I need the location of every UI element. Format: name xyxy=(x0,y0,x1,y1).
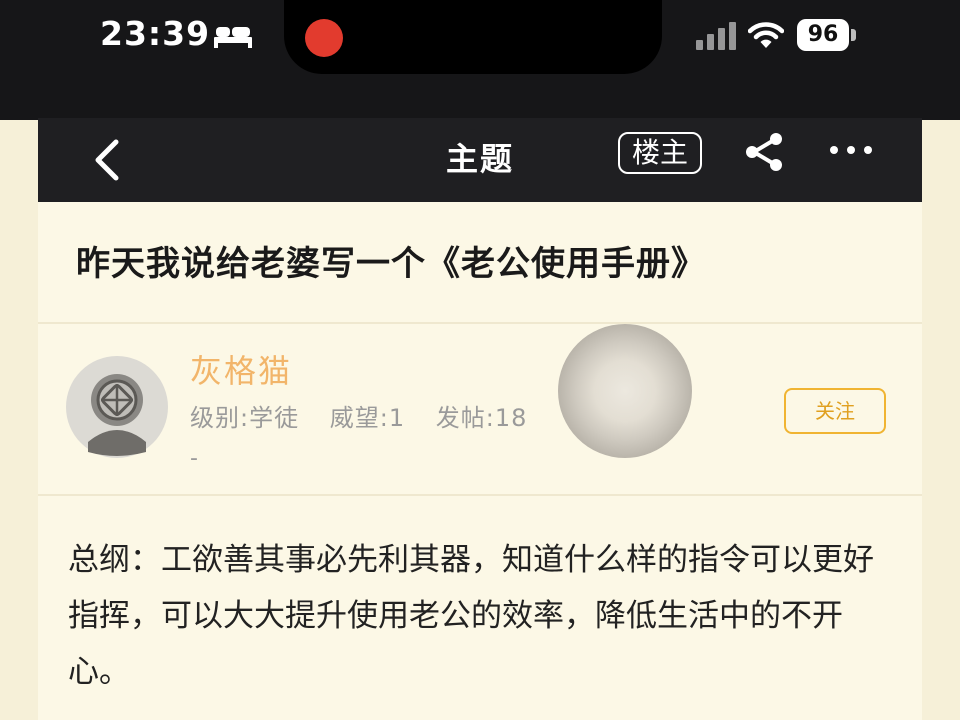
loading-spinner xyxy=(558,324,692,458)
share-icon[interactable] xyxy=(742,130,786,174)
battery-tip-icon xyxy=(851,29,856,41)
author-post-count: 发帖:18 xyxy=(435,404,528,432)
nav-bar: 主题 楼主 xyxy=(38,118,922,202)
status-bar: 23:39 96 xyxy=(0,0,960,120)
author-stats: 级别:学徒 威望:1 发帖:18 xyxy=(190,398,549,433)
sleep-focus-icon xyxy=(214,27,252,48)
author-name[interactable]: 灰格猫 xyxy=(190,346,292,392)
author-level: 级别:学徒 xyxy=(190,404,300,432)
wifi-icon xyxy=(748,22,784,48)
recording-indicator-icon xyxy=(305,19,343,57)
author-prestige: 威望:1 xyxy=(329,404,406,432)
cellular-signal-icon xyxy=(696,22,736,50)
post-content: 昨天我说给老婆写一个《老公使用手册》 灰格猫 级别:学徒 威望:1 发帖:18 … xyxy=(38,202,922,720)
more-options-icon[interactable] xyxy=(828,144,874,156)
op-only-toggle-button[interactable]: 楼主 xyxy=(618,132,703,174)
post-title: 昨天我说给老婆写一个《老公使用手册》 xyxy=(76,244,706,284)
post-body: 总纲：工欲善其事必先利其器，知道什么样的指令可以更好指挥，可以大大提升使用老公的… xyxy=(68,542,874,690)
divider xyxy=(38,494,922,496)
author-avatar[interactable] xyxy=(66,356,168,458)
status-time: 23:39 xyxy=(100,14,211,53)
divider xyxy=(38,322,922,324)
follow-button[interactable]: 关注 xyxy=(784,388,886,434)
battery-level: 96 xyxy=(797,19,849,51)
author-extra-info: - xyxy=(190,446,198,471)
page-title: 主题 xyxy=(445,140,514,178)
